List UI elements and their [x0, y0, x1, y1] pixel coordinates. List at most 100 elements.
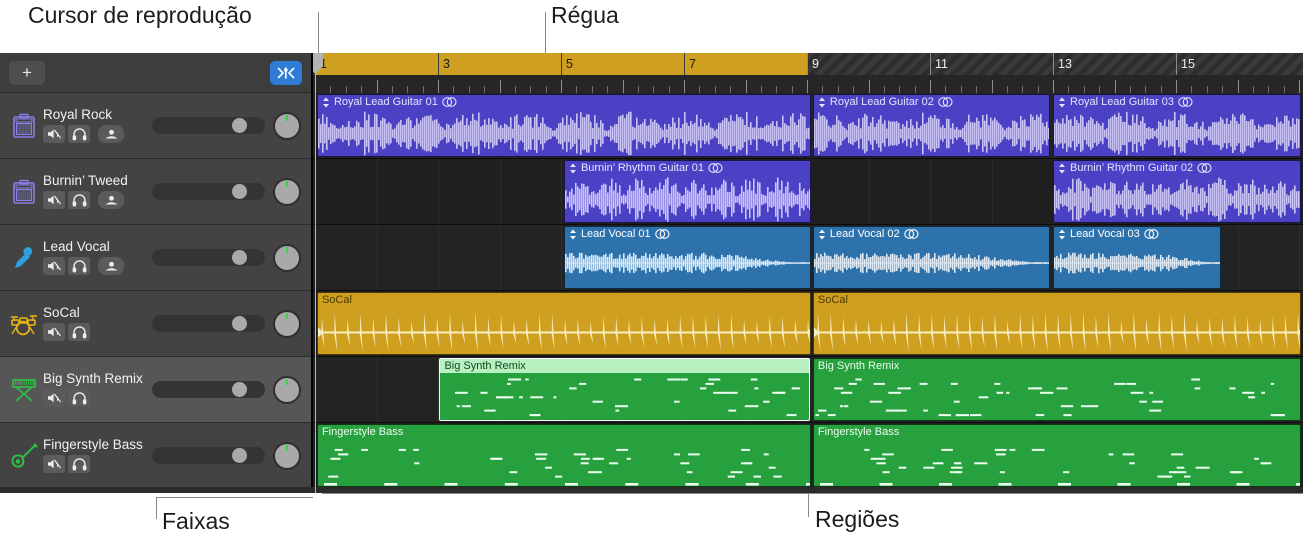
region-name: Lead Vocal 02	[829, 228, 900, 240]
track-name[interactable]: Fingerstyle Bass	[43, 438, 148, 452]
ruler-tick	[1252, 86, 1254, 93]
loop-icon[interactable]	[1178, 97, 1193, 107]
volume-slider-knob[interactable]	[232, 118, 248, 133]
solo-button[interactable]	[68, 323, 90, 342]
region[interactable]: Big Synth Remix	[439, 358, 810, 421]
pan-knob[interactable]	[273, 309, 301, 338]
track-name[interactable]: SoCal	[43, 306, 148, 320]
transpose-icon[interactable]	[569, 163, 577, 174]
solo-button[interactable]	[68, 125, 90, 144]
region[interactable]: Big Synth Remix	[812, 358, 1301, 421]
region[interactable]: Fingerstyle Bass	[316, 424, 811, 487]
region[interactable]: Royal Lead Guitar 02	[812, 94, 1051, 157]
flex-icon[interactable]	[270, 60, 302, 85]
region[interactable]: Royal Lead Guitar 03	[1053, 94, 1301, 157]
solo-button[interactable]	[68, 257, 90, 276]
region[interactable]: SoCal	[812, 292, 1301, 355]
region-waveform	[564, 241, 810, 288]
track-header-lead-vocal[interactable]: Lead Vocal	[0, 225, 311, 291]
volume-slider[interactable]	[152, 183, 265, 200]
ruler-tick	[422, 86, 424, 93]
mute-button[interactable]	[43, 257, 65, 276]
volume-slider-knob[interactable]	[232, 448, 248, 463]
record-enable-button[interactable]	[98, 125, 124, 144]
volume-slider[interactable]	[152, 447, 265, 464]
volume-slider[interactable]	[152, 381, 265, 398]
transpose-icon[interactable]	[818, 97, 826, 108]
loop-icon[interactable]	[938, 97, 953, 107]
pan-knob[interactable]	[273, 441, 301, 470]
region[interactable]: Royal Lead Guitar 01	[316, 94, 811, 157]
track-header-royal-rock[interactable]: Royal Rock	[0, 93, 311, 159]
transpose-icon[interactable]	[569, 229, 577, 240]
region[interactable]: Lead Vocal 02	[812, 226, 1051, 289]
transpose-icon[interactable]	[818, 229, 826, 240]
gridline	[376, 357, 378, 422]
guitar-amp-icon	[8, 175, 40, 209]
track-lanes: Royal Lead Guitar 01 Royal Lead Guitar 0…	[313, 93, 1303, 493]
track-lane[interactable]: Big Synth Remix Big Synth Remix	[313, 357, 1303, 423]
pan-knob[interactable]	[273, 111, 301, 140]
volume-slider[interactable]	[152, 117, 265, 134]
record-enable-button[interactable]	[98, 257, 124, 276]
volume-slider-knob[interactable]	[232, 316, 248, 331]
ruler-tick	[607, 86, 609, 93]
ruler-tick	[914, 86, 916, 93]
mute-button[interactable]	[43, 125, 65, 144]
region[interactable]: Lead Vocal 03	[1053, 226, 1221, 289]
region-waveform	[317, 307, 810, 354]
mute-button[interactable]	[43, 455, 65, 474]
region[interactable]: SoCal	[316, 292, 811, 355]
track-name[interactable]: Lead Vocal	[43, 240, 148, 254]
loop-icon[interactable]	[708, 163, 723, 173]
region[interactable]: Lead Vocal 01	[563, 226, 811, 289]
solo-button[interactable]	[68, 455, 90, 474]
volume-slider[interactable]	[152, 249, 265, 266]
volume-slider-knob[interactable]	[232, 250, 248, 265]
track-lane[interactable]: Lead Vocal 01 Lead Vocal 02 Lead Vocal 0…	[313, 225, 1303, 291]
loop-icon[interactable]	[654, 229, 670, 239]
volume-slider-knob[interactable]	[232, 382, 248, 397]
solo-button[interactable]	[68, 389, 90, 408]
track-header-burnin-tweed[interactable]: Burnin’ Tweed	[0, 159, 311, 225]
region[interactable]: Fingerstyle Bass	[812, 424, 1301, 487]
track-name[interactable]: Burnin’ Tweed	[43, 174, 148, 188]
ruler-bar-strip[interactable]: 1 3 5 7 9 11 13 15	[313, 53, 1303, 75]
pan-knob[interactable]	[273, 243, 301, 272]
ruler-tick	[591, 86, 593, 93]
transpose-icon[interactable]	[1058, 163, 1066, 174]
track-name[interactable]: Royal Rock	[43, 108, 148, 122]
record-enable-button[interactable]	[98, 191, 124, 210]
pan-knob[interactable]	[273, 177, 301, 206]
loop-icon[interactable]	[1143, 229, 1159, 239]
add-track-button[interactable]: +	[9, 60, 45, 85]
transpose-icon[interactable]	[1058, 97, 1066, 108]
ruler-tick	[453, 86, 455, 93]
track-header-big-synth-remix[interactable]: Big Synth Remix	[0, 357, 311, 423]
track-lane[interactable]: Royal Lead Guitar 01 Royal Lead Guitar 0…	[313, 93, 1303, 159]
track-lane[interactable]: Burnin’ Rhythm Guitar 01 Burnin’ Rhythm …	[313, 159, 1303, 225]
track-lane[interactable]: SoCal SoCal	[313, 291, 1303, 357]
volume-slider[interactable]	[152, 315, 265, 332]
ruler[interactable]: 1 3 5 7 9 11 13 15	[313, 53, 1303, 93]
loop-icon[interactable]	[903, 229, 919, 239]
region[interactable]: Burnin’ Rhythm Guitar 02	[1053, 160, 1301, 223]
mute-button[interactable]	[43, 191, 65, 210]
guitar-amp-icon	[8, 109, 40, 143]
ruler-tick	[1283, 86, 1285, 93]
pan-knob[interactable]	[273, 375, 301, 404]
transpose-icon[interactable]	[322, 97, 330, 108]
mute-button[interactable]	[43, 389, 65, 408]
mute-button[interactable]	[43, 323, 65, 342]
loop-icon[interactable]	[1197, 163, 1212, 173]
track-name[interactable]: Big Synth Remix	[43, 372, 148, 386]
volume-slider-knob[interactable]	[232, 184, 248, 199]
loop-icon[interactable]	[442, 97, 457, 107]
region[interactable]: Burnin’ Rhythm Guitar 01	[563, 160, 811, 223]
transpose-icon[interactable]	[1058, 229, 1066, 240]
track-header-socal[interactable]: SoCal	[0, 291, 311, 357]
track-header-fingerstyle-bass[interactable]: Fingerstyle Bass	[0, 423, 311, 489]
track-lane[interactable]: Fingerstyle Bass Fingerstyle Bass	[313, 423, 1303, 489]
solo-button[interactable]	[68, 191, 90, 210]
playhead[interactable]	[313, 53, 323, 493]
